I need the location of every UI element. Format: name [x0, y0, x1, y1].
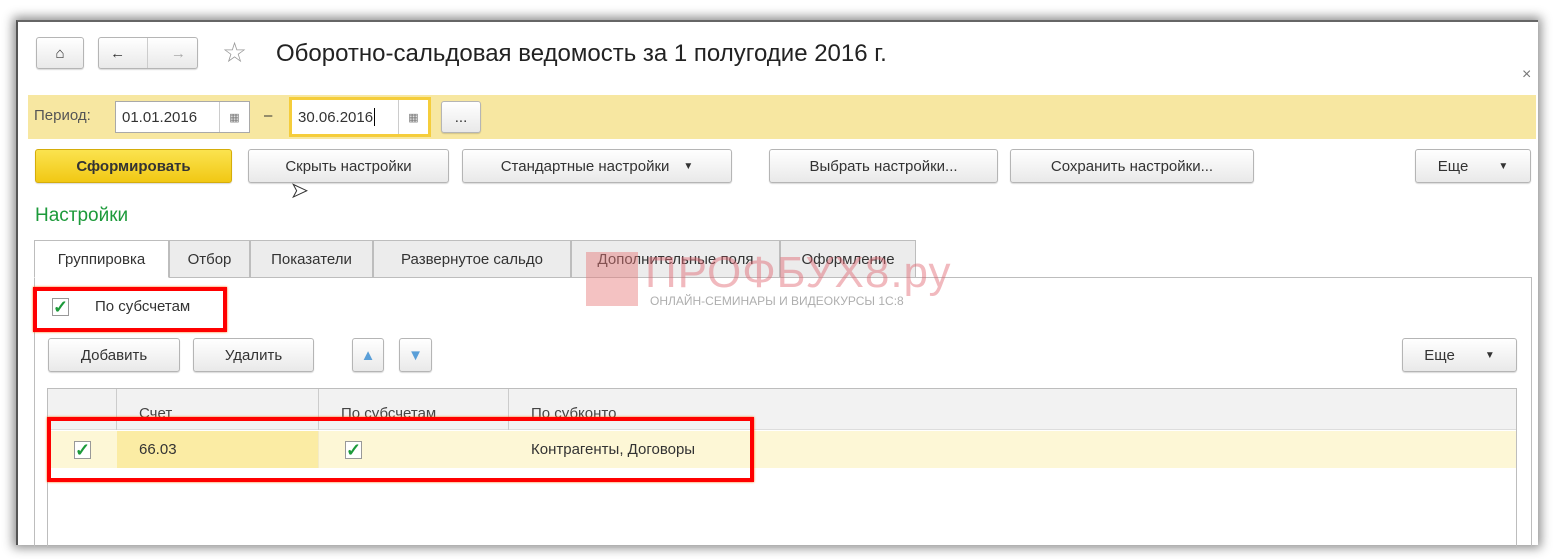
period-label: Период:: [34, 107, 91, 124]
home-button[interactable]: ⌂: [36, 37, 84, 69]
choose-settings-button[interactable]: Выбрать настройки...: [769, 149, 998, 183]
back-arrow-icon[interactable]: ←: [110, 45, 125, 62]
forward-arrow-icon[interactable]: →: [171, 45, 186, 62]
more-button[interactable]: Еще ▼: [1415, 149, 1531, 183]
tab-filter[interactable]: Отбор: [169, 240, 250, 278]
period-select-button[interactable]: ...: [441, 101, 481, 133]
mouse-cursor-icon: ➤: [291, 180, 309, 203]
generate-button[interactable]: Сформировать: [35, 149, 232, 183]
save-settings-button[interactable]: Сохранить настройки...: [1010, 149, 1254, 183]
standard-settings-button[interactable]: Стандартные настройки ▼: [462, 149, 732, 183]
arrow-up-icon: ▲: [360, 346, 376, 364]
watermark-brand: ПРОФБУХ8.ру: [645, 248, 952, 297]
dropdown-caret-icon: ▼: [683, 160, 694, 172]
standard-settings-label: Стандартные настройки: [500, 157, 670, 175]
page-title: Оборотно-сальдовая ведомость за 1 полуго…: [276, 40, 887, 67]
move-down-button[interactable]: ▼: [399, 338, 432, 372]
grid-more-label: Еще: [1424, 346, 1455, 364]
highlight-box: [47, 417, 754, 482]
close-icon[interactable]: ×: [1522, 66, 1531, 84]
period-from-field[interactable]: 01.01.2016 ▦: [115, 101, 250, 133]
period-to-value: 30.06.2016: [298, 108, 374, 126]
dropdown-caret-icon: ▼: [1484, 349, 1495, 361]
tab-grouping[interactable]: Группировка: [34, 240, 169, 278]
highlight-box: [33, 287, 227, 332]
dropdown-caret-icon: ▼: [1498, 160, 1509, 172]
tab-detailed-balance[interactable]: Развернутое сальдо: [373, 240, 571, 278]
nav-buttons: ← →: [98, 37, 198, 69]
watermark-tagline: ОНЛАЙН-СЕМИНАРЫ И ВИДЕОКУРСЫ 1С:8: [650, 294, 904, 308]
period-to-field[interactable]: 30.06.2016 ▦: [289, 97, 431, 137]
period-dash: –: [264, 107, 273, 124]
favorite-star-icon[interactable]: ☆: [222, 36, 247, 69]
arrow-down-icon: ▼: [408, 346, 423, 364]
more-label: Еще: [1437, 157, 1469, 175]
settings-heading: Настройки: [35, 205, 129, 226]
home-icon: ⌂: [55, 44, 65, 62]
calendar-icon[interactable]: ▦: [219, 102, 249, 132]
move-up-button[interactable]: ▲: [352, 338, 384, 372]
delete-button[interactable]: Удалить: [193, 338, 314, 372]
watermark-logo: [586, 252, 638, 306]
tab-indicators[interactable]: Показатели: [250, 240, 373, 278]
period-bar: [28, 95, 1536, 139]
grid-more-button[interactable]: Еще ▼: [1402, 338, 1517, 372]
add-button[interactable]: Добавить: [48, 338, 180, 372]
calendar-icon[interactable]: ▦: [398, 100, 428, 134]
period-from-value: 01.01.2016: [122, 108, 198, 126]
hide-settings-button[interactable]: Скрыть настройки: [248, 149, 449, 183]
